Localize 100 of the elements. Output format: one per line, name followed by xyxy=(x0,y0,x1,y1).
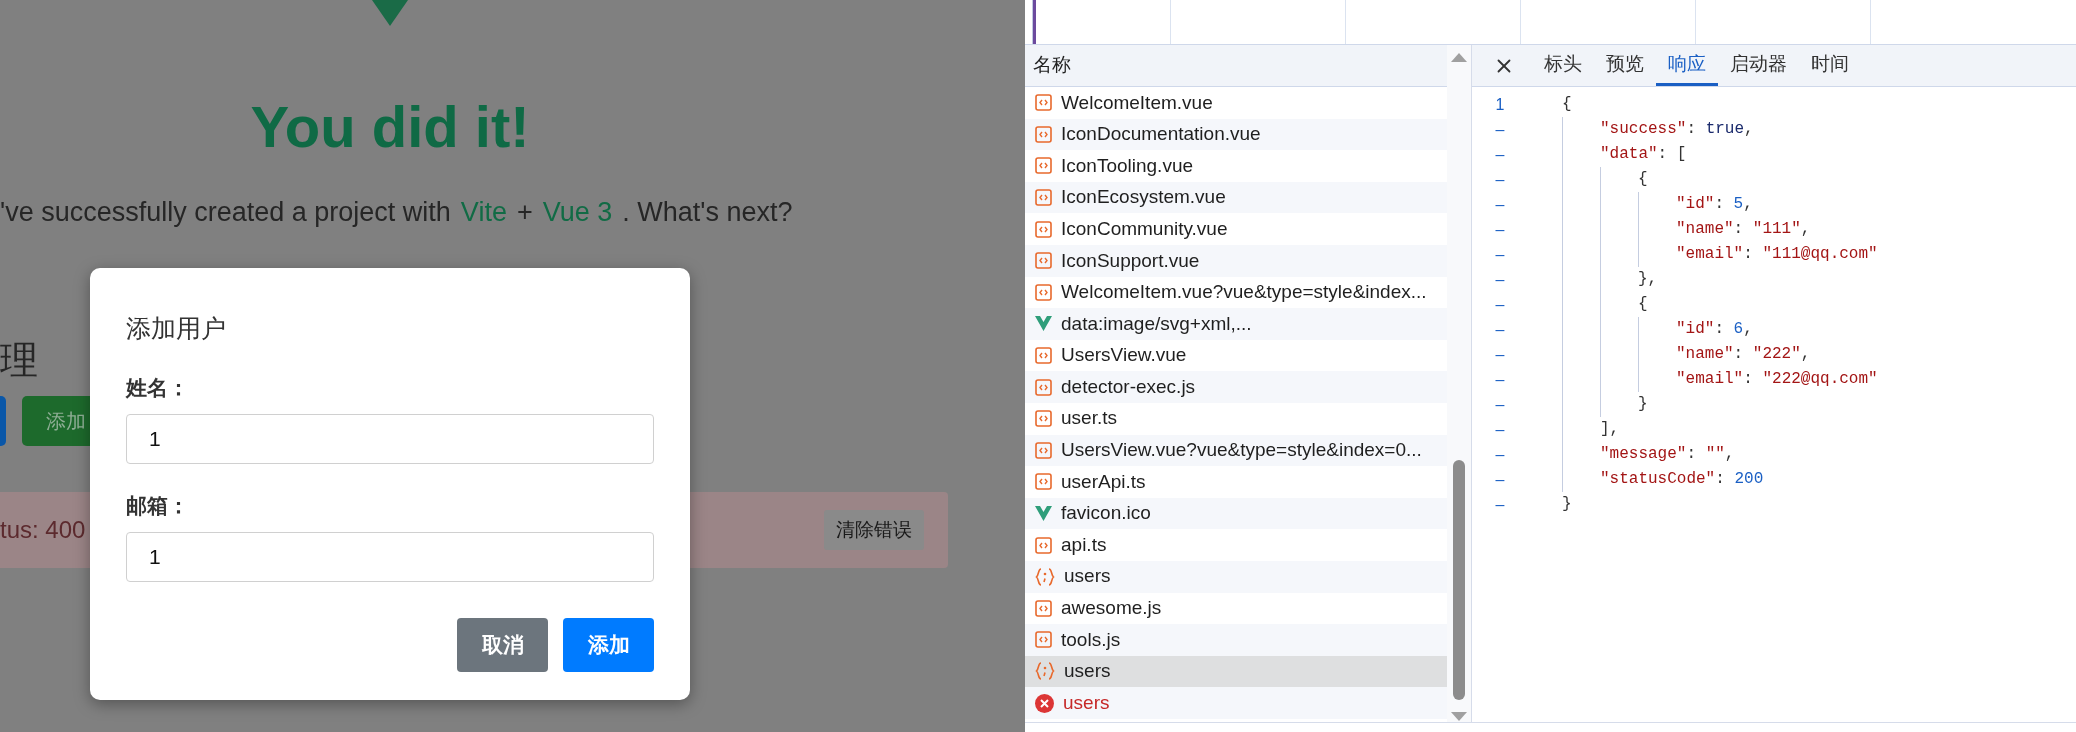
request-row[interactable]: IconSupport.vue xyxy=(1025,244,1447,277)
add-button[interactable]: 添加 xyxy=(563,618,654,672)
code-line: { xyxy=(1638,169,1648,190)
request-row[interactable]: users xyxy=(1025,655,1447,688)
request-name: tools.js xyxy=(1061,627,1121,652)
scroll-up-icon[interactable] xyxy=(1451,53,1467,62)
line-number: – xyxy=(1494,320,1506,340)
request-row[interactable]: favicon.ico xyxy=(1025,497,1447,530)
code-file-icon xyxy=(1035,94,1052,112)
request-row[interactable]: users xyxy=(1025,560,1447,593)
request-name: favicon.ico xyxy=(1061,501,1151,526)
request-row[interactable]: detector-exec.js xyxy=(1025,371,1447,403)
line-number: – xyxy=(1494,195,1506,215)
request-name: awesome.js xyxy=(1061,596,1162,621)
code-file-icon xyxy=(1035,441,1052,459)
column-header[interactable]: 名称 xyxy=(1025,45,1447,87)
request-name: users xyxy=(1064,659,1111,684)
tab[interactable]: 响应 xyxy=(1656,45,1718,86)
code-file-icon xyxy=(1035,283,1052,301)
page-title: You did it! xyxy=(250,93,530,161)
scrollbar-thumb[interactable] xyxy=(1453,460,1465,700)
line-number: – xyxy=(1494,370,1506,390)
request-row[interactable]: data:image/svg+xml,... xyxy=(1025,308,1447,340)
line-number: – xyxy=(1494,420,1506,440)
code-file-icon xyxy=(1035,157,1052,175)
line-number: – xyxy=(1494,470,1506,490)
error-text: tus: 400 xyxy=(0,515,86,545)
request-name: IconSupport.vue xyxy=(1061,248,1200,273)
request-name: IconTooling.vue xyxy=(1061,153,1194,178)
v-logo-icon xyxy=(1035,316,1052,332)
code-file-icon xyxy=(1035,189,1052,207)
code-line: "statusCode": 200 xyxy=(1600,469,1764,490)
line-number: – xyxy=(1494,120,1506,140)
line-number: – xyxy=(1494,170,1506,190)
line-number: – xyxy=(1494,220,1506,240)
code-line: }, xyxy=(1638,269,1658,290)
cancel-button[interactable]: 取消 xyxy=(457,618,548,672)
code-line: } xyxy=(1562,494,1572,515)
code-line: "success": true, xyxy=(1600,119,1754,140)
scrollbar[interactable] xyxy=(1447,45,1471,722)
request-name: api.ts xyxy=(1061,532,1107,557)
request-row[interactable]: UsersView.vue?vue&type=style&index=0... xyxy=(1025,434,1447,467)
request-row[interactable]: IconEcosystem.vue xyxy=(1025,181,1447,214)
code-file-icon xyxy=(1035,347,1052,365)
code-file-icon xyxy=(1035,599,1052,617)
tab[interactable]: 时间 xyxy=(1799,45,1861,86)
request-name: WelcomeItem.vue xyxy=(1061,90,1213,115)
input-field[interactable]: 1 xyxy=(126,532,654,582)
code-line: "name": "222", xyxy=(1676,344,1811,365)
request-name: detector-exec.js xyxy=(1061,374,1196,399)
code-file-icon xyxy=(1035,125,1052,143)
line-number: – xyxy=(1494,495,1506,515)
code-line: "name": "111", xyxy=(1676,219,1811,240)
braces-icon xyxy=(1035,567,1055,586)
request-name: user.ts xyxy=(1061,406,1117,431)
error-icon xyxy=(1035,693,1054,713)
request-name: IconEcosystem.vue xyxy=(1061,185,1226,210)
line-number: – xyxy=(1494,345,1506,365)
v-logo-icon xyxy=(1035,506,1052,521)
request-name: UsersView.vue xyxy=(1061,343,1187,368)
code-file-icon xyxy=(1035,410,1052,428)
code-line: "email": "111@qq.com" xyxy=(1676,244,1878,265)
code-file-icon xyxy=(1035,631,1052,649)
request-row[interactable]: users xyxy=(1025,687,1447,719)
line-number: 1 xyxy=(1494,95,1506,115)
code-line: } xyxy=(1638,394,1648,415)
input-field[interactable]: 1 xyxy=(126,414,654,464)
tab[interactable]: 预览 xyxy=(1594,45,1656,86)
code-file-icon xyxy=(1035,473,1052,491)
request-name: userApi.ts xyxy=(1061,469,1146,494)
code-line: "id": 6, xyxy=(1676,319,1753,340)
timeline-marker xyxy=(1033,0,1036,44)
line-number: – xyxy=(1494,295,1506,315)
line-number: – xyxy=(1494,245,1506,265)
request-name: data:image/svg+xml,... xyxy=(1061,311,1252,336)
request-row[interactable]: tools.js xyxy=(1025,624,1447,656)
code-line: "message": "", xyxy=(1600,444,1735,465)
field-label: 姓名： xyxy=(126,375,190,401)
tab[interactable]: 启动器 xyxy=(1718,45,1799,86)
button[interactable] xyxy=(0,396,6,446)
field-label: 邮箱： xyxy=(126,493,190,519)
request-row[interactable]: IconDocumentation.vue xyxy=(1025,118,1447,151)
code-line: { xyxy=(1562,94,1572,115)
code-file-icon xyxy=(1035,378,1052,396)
request-name: users xyxy=(1064,564,1111,589)
tab[interactable]: 标头 xyxy=(1532,45,1594,86)
code-line: ], xyxy=(1600,419,1620,440)
scroll-down-icon[interactable] xyxy=(1451,712,1467,721)
dialog-title: 添加用户 xyxy=(126,313,227,344)
code-line: "email": "222@qq.com" xyxy=(1676,369,1878,390)
logo xyxy=(372,0,408,26)
request-name: IconDocumentation.vue xyxy=(1061,122,1261,147)
section-heading: 理 xyxy=(0,338,39,382)
code-file-icon xyxy=(1035,252,1052,270)
braces-icon xyxy=(1035,662,1055,681)
request-name: IconCommunity.vue xyxy=(1061,216,1228,241)
line-number: – xyxy=(1494,445,1506,465)
code-line: "data": [ xyxy=(1600,144,1687,165)
line-number: – xyxy=(1494,395,1506,415)
clear-error-button[interactable]: 清除错误 xyxy=(824,509,924,551)
